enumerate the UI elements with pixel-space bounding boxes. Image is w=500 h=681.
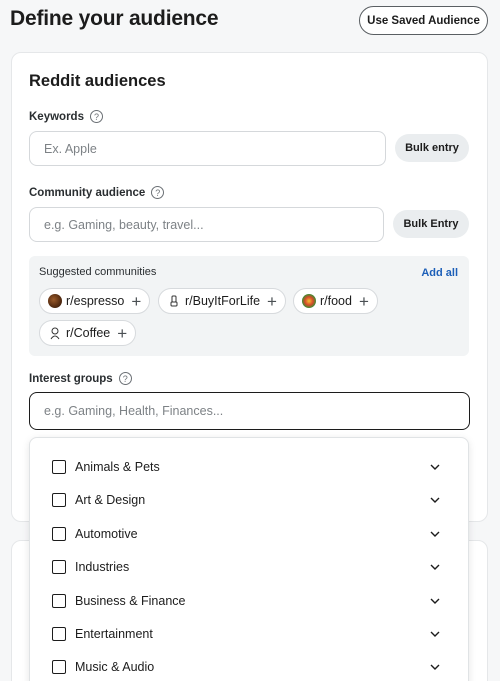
plus-icon: +	[117, 323, 128, 343]
chevron-down-icon[interactable]	[428, 594, 442, 608]
interest-option-animals-pets[interactable]: Animals & Pets	[30, 450, 468, 483]
option-label: Automotive	[75, 526, 138, 541]
coffee-avatar-icon	[48, 326, 62, 340]
checkbox-unchecked-icon[interactable]	[52, 593, 66, 608]
page-header: Define your audience Use Saved Audience	[0, 0, 500, 40]
option-label: Industries	[75, 559, 130, 574]
option-label: Entertainment	[75, 626, 153, 641]
keywords-label-text: Keywords	[29, 110, 84, 123]
checkbox-unchecked-icon[interactable]	[52, 526, 66, 541]
suggested-communities-title: Suggested communities	[39, 266, 157, 278]
interest-groups-label: Interest groups ?	[29, 372, 132, 385]
option-label: Art & Design	[75, 492, 146, 507]
food-avatar-icon	[302, 294, 316, 308]
suggested-communities-panel: Suggested communities Add all r/espresso…	[29, 256, 469, 356]
community-audience-label: Community audience ?	[29, 186, 165, 199]
use-saved-audience-button[interactable]: Use Saved Audience	[359, 6, 488, 35]
espresso-avatar-icon	[48, 294, 62, 308]
chevron-down-icon[interactable]	[428, 660, 442, 674]
interest-groups-input[interactable]	[29, 392, 470, 430]
interest-option-art-design[interactable]: Art & Design	[30, 483, 468, 516]
checkbox-unchecked-icon[interactable]	[52, 459, 66, 474]
community-input[interactable]	[29, 207, 384, 242]
question-circle-icon[interactable]: ?	[151, 186, 165, 199]
chip-label: r/espresso	[66, 294, 125, 308]
community-chip-food[interactable]: r/food +	[293, 288, 378, 314]
checkbox-unchecked-icon[interactable]	[52, 559, 66, 574]
plus-icon: +	[131, 291, 142, 311]
keywords-bulk-entry-button[interactable]: Bulk entry	[395, 134, 469, 162]
option-label: Animals & Pets	[75, 459, 160, 474]
checkbox-unchecked-icon[interactable]	[52, 492, 66, 507]
question-circle-icon[interactable]: ?	[118, 372, 132, 385]
community-chip-espresso[interactable]: r/espresso +	[39, 288, 151, 314]
community-label-text: Community audience	[29, 186, 146, 199]
interest-option-entertainment[interactable]: Entertainment	[30, 617, 468, 650]
checkbox-unchecked-icon[interactable]	[52, 626, 66, 641]
interest-label-text: Interest groups	[29, 372, 113, 385]
keywords-input[interactable]	[29, 131, 386, 166]
chevron-down-icon[interactable]	[428, 560, 442, 574]
community-bulk-entry-button[interactable]: Bulk Entry	[393, 210, 469, 238]
interest-option-automotive[interactable]: Automotive	[30, 517, 468, 550]
chip-label: r/BuyItForLife	[185, 294, 261, 308]
interest-option-music-audio[interactable]: Music & Audio	[30, 650, 468, 681]
chevron-down-icon[interactable]	[428, 627, 442, 641]
chevron-down-icon[interactable]	[428, 460, 442, 474]
plus-icon: +	[358, 291, 369, 311]
keywords-label: Keywords ?	[29, 110, 103, 123]
chevron-down-icon[interactable]	[428, 493, 442, 507]
section-title: Reddit audiences	[29, 72, 166, 90]
page-title: Define your audience	[10, 7, 219, 30]
checkbox-unchecked-icon[interactable]	[52, 659, 66, 674]
chip-label: r/food	[320, 294, 352, 308]
interest-option-business-finance[interactable]: Business & Finance	[30, 584, 468, 617]
community-chip-buyitforlife[interactable]: r/BuyItForLife +	[158, 288, 286, 314]
buyitforlife-avatar-icon	[167, 294, 181, 308]
community-chip-coffee[interactable]: r/Coffee +	[39, 320, 137, 346]
interest-option-industries[interactable]: Industries	[30, 550, 468, 583]
option-label: Business & Finance	[75, 593, 186, 608]
chip-label: r/Coffee	[66, 326, 111, 340]
chevron-down-icon[interactable]	[428, 527, 442, 541]
option-label: Music & Audio	[75, 659, 155, 674]
question-circle-icon[interactable]: ?	[89, 110, 103, 123]
plus-icon: +	[267, 291, 277, 311]
audience-page: Define your audience Use Saved Audience …	[0, 0, 500, 681]
interest-groups-dropdown: Animals & Pets Art & Design Automotive I…	[29, 437, 469, 681]
add-all-link[interactable]: Add all	[421, 267, 458, 279]
